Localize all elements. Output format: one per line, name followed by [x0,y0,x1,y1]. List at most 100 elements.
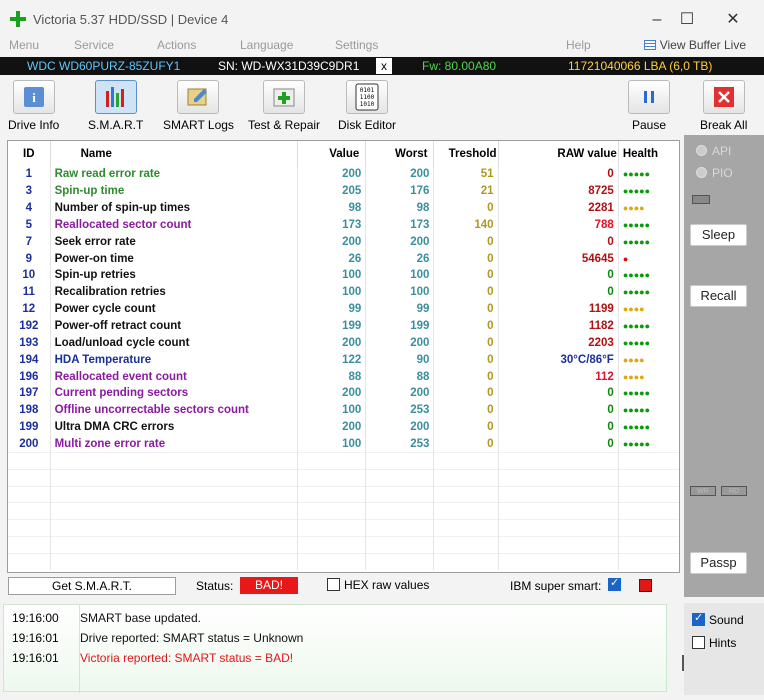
smart-worst: 26 [365,250,435,268]
menu-actions[interactable]: Actions [157,38,196,52]
recall-button[interactable]: Recall [690,285,747,307]
header-id[interactable]: ID [8,141,51,166]
hex-raw-label: HEX raw values [344,578,430,592]
table-row[interactable]: 200 Multi zone error rate 100 253 0 0 ●●●●● [8,435,679,453]
smart-logs-button[interactable]: SMART Logs [163,80,234,132]
empty-cell [297,552,367,571]
api-radio[interactable]: API [696,144,731,158]
smart-button[interactable]: S.M.A.R.T [88,80,143,132]
empty-cell [498,485,619,503]
maximize-icon[interactable]: ☐ [672,7,702,33]
table-row[interactable]: 196 Reallocated event count 88 88 0 112 ●●●● [8,368,679,385]
smart-raw: 0 [498,166,619,183]
disk-editor-button[interactable]: 0101 1100 1010 Disk Editor [338,80,396,132]
smart-table[interactable]: ID Name Value Worst Treshold RAW value H… [7,140,680,573]
header-treshold[interactable]: Treshold [433,141,499,166]
menu-help[interactable]: Help [566,38,591,52]
smart-name: Ultra DMA CRC errors [50,418,299,436]
pio-radio[interactable]: PIO [696,166,733,180]
hex-raw-checkbox[interactable]: HEX raw values [327,578,429,592]
sound-checkbox[interactable]: Sound [692,611,744,627]
test-repair-button[interactable]: Test & Repair [248,80,320,132]
smart-worst: 199 [365,317,435,335]
empty-row [8,502,679,520]
table-row[interactable]: 198 Offline uncorrectable sectors count 10… [8,401,679,419]
log-time: 19:16:01 [12,651,59,665]
empty-cell [618,451,679,470]
empty-cell [50,485,299,503]
break-all-button[interactable]: Break All [700,80,747,132]
smart-treshold: 0 [433,283,499,301]
table-row[interactable]: 9 Power-on time 26 26 0 54645 ● [8,250,679,268]
empty-row [8,451,679,470]
smart-raw: 0 [498,283,619,301]
table-row[interactable]: 4 Number of spin-up times 98 98 0 2281 ●●●● [8,199,679,217]
table-row[interactable]: 7 Seek error rate 200 200 0 0 ●●●●● [8,233,679,251]
smart-name: Seek error rate [50,233,299,251]
passp-button[interactable]: Passp [690,552,747,574]
menu-menu[interactable]: Menu [9,38,39,52]
hints-label: Hints [709,636,737,650]
empty-cell [8,485,51,503]
table-row[interactable]: 11 Recalibration retries 100 100 0 0 ●●●●● [8,283,679,301]
table-row[interactable]: 10 Spin-up retries 100 100 0 0 ●●●●● [8,267,679,284]
header-worst[interactable]: Worst [365,141,435,166]
drive-serial: SN: WD-WX31D39C9DR1 [218,59,360,73]
minimize-icon[interactable]: – [642,7,672,33]
smart-name: Load/unload cycle count [50,334,299,352]
view-buffer-live[interactable]: View Buffer Live [643,38,746,52]
ibm-smart-label: IBM super smart: [510,579,602,593]
header-raw[interactable]: RAW value [498,141,619,166]
ibm-smart-checkbox[interactable] [608,576,625,592]
table-row[interactable]: 1 Raw read error rate 200 200 51 0 ●●●●● [8,166,679,183]
smart-treshold: 51 [433,166,499,183]
empty-cell [50,552,299,571]
table-row[interactable]: 192 Power-off retract count 199 199 0 1182 ●●●… [8,317,679,335]
table-row[interactable]: 194 HDA Temperature 122 90 0 30°C/86°F ●●●● [8,351,679,369]
smart-worst: 90 [365,351,435,369]
table-row[interactable]: 12 Power cycle count 99 99 0 1199 ●●●● [8,300,679,318]
header-value[interactable]: Value [297,141,367,166]
smart-health: ●●●● [618,368,679,385]
empty-cell [365,536,435,554]
drive-info-button[interactable]: i Drive Info [8,80,59,132]
get-smart-button[interactable]: Get S.M.A.R.T. [8,577,176,595]
table-row[interactable]: 3 Spin-up time 205 176 21 8725 ●●●●● [8,182,679,200]
table-row[interactable]: 193 Load/unload cycle count 200 200 0 2203 ●●●… [8,334,679,352]
svg-text:0101: 0101 [360,87,375,94]
pause-button[interactable]: Pause [628,80,670,132]
log-time: 19:16:00 [12,611,59,625]
smart-value: 173 [297,216,367,234]
log-panel[interactable]: 19:16:00 SMART base updated. 19:16:01 Driv… [3,604,684,693]
header-name[interactable]: Name [50,141,299,166]
header-health[interactable]: Health [618,141,679,166]
smart-id: 200 [8,435,51,453]
smart-value: 100 [297,267,367,284]
smart-health: ●●●●● [618,418,679,436]
smart-raw: 112 [498,368,619,385]
smart-id: 196 [8,368,51,385]
smart-name: Spin-up retries [50,267,299,284]
empty-cell [365,519,435,537]
drive-close-button[interactable]: x [376,58,392,74]
close-icon[interactable]: ✕ [718,7,748,33]
smart-name: Power-off retract count [50,317,299,335]
smart-value: 100 [297,435,367,453]
smart-name: Multi zone error rate [50,435,299,453]
rd-button[interactable]: RD [721,486,747,496]
smart-worst: 100 [365,267,435,284]
menu-language[interactable]: Language [240,38,293,52]
hints-checkbox[interactable]: Hints [692,636,736,650]
table-row[interactable]: 199 Ultra DMA CRC errors 200 200 0 0 ●●●●● [8,418,679,436]
menu-service[interactable]: Service [74,38,114,52]
table-row[interactable]: 197 Current pending sectors 200 200 0 0 ●●●●● [8,384,679,402]
empty-cell [433,519,499,537]
smart-raw: 1182 [498,317,619,335]
sleep-button[interactable]: Sleep [690,224,747,246]
menu-settings[interactable]: Settings [335,38,378,52]
wr-button[interactable]: WR [690,486,716,496]
checkbox-checked-icon [692,611,705,626]
empty-cell [50,502,299,520]
smart-health: ●●●●● [618,334,679,352]
table-row[interactable]: 5 Reallocated sector count 173 173 140 788 ●●●… [8,216,679,234]
